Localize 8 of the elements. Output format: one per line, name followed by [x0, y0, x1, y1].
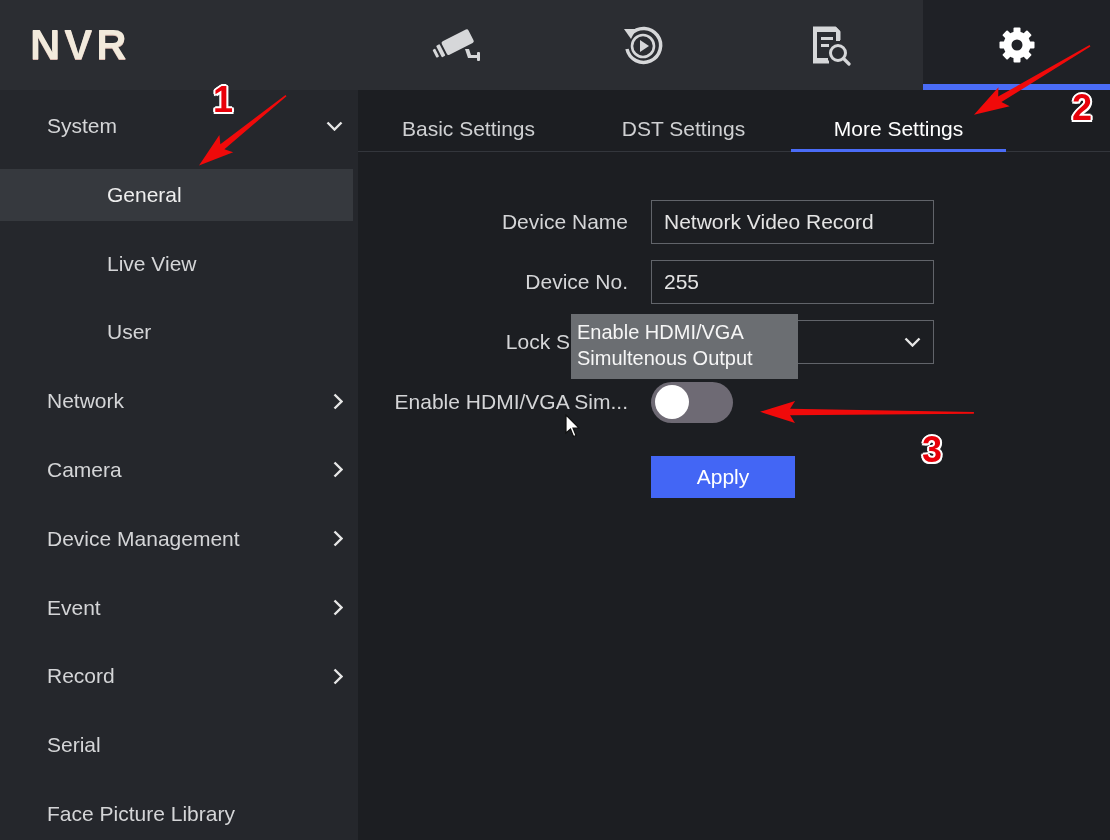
- logo: NVR: [30, 21, 131, 69]
- step-number: 3: [922, 432, 943, 468]
- step-number: 2: [1072, 90, 1093, 126]
- field-label: Device Name: [501, 210, 628, 234]
- step-number: 1: [213, 82, 234, 118]
- tooltip: Enable HDMI/VGA Simultenous Output: [571, 314, 798, 379]
- field-label: Enable HDMI/VGA Sim...: [394, 390, 628, 414]
- field-label: Device No.: [525, 270, 628, 294]
